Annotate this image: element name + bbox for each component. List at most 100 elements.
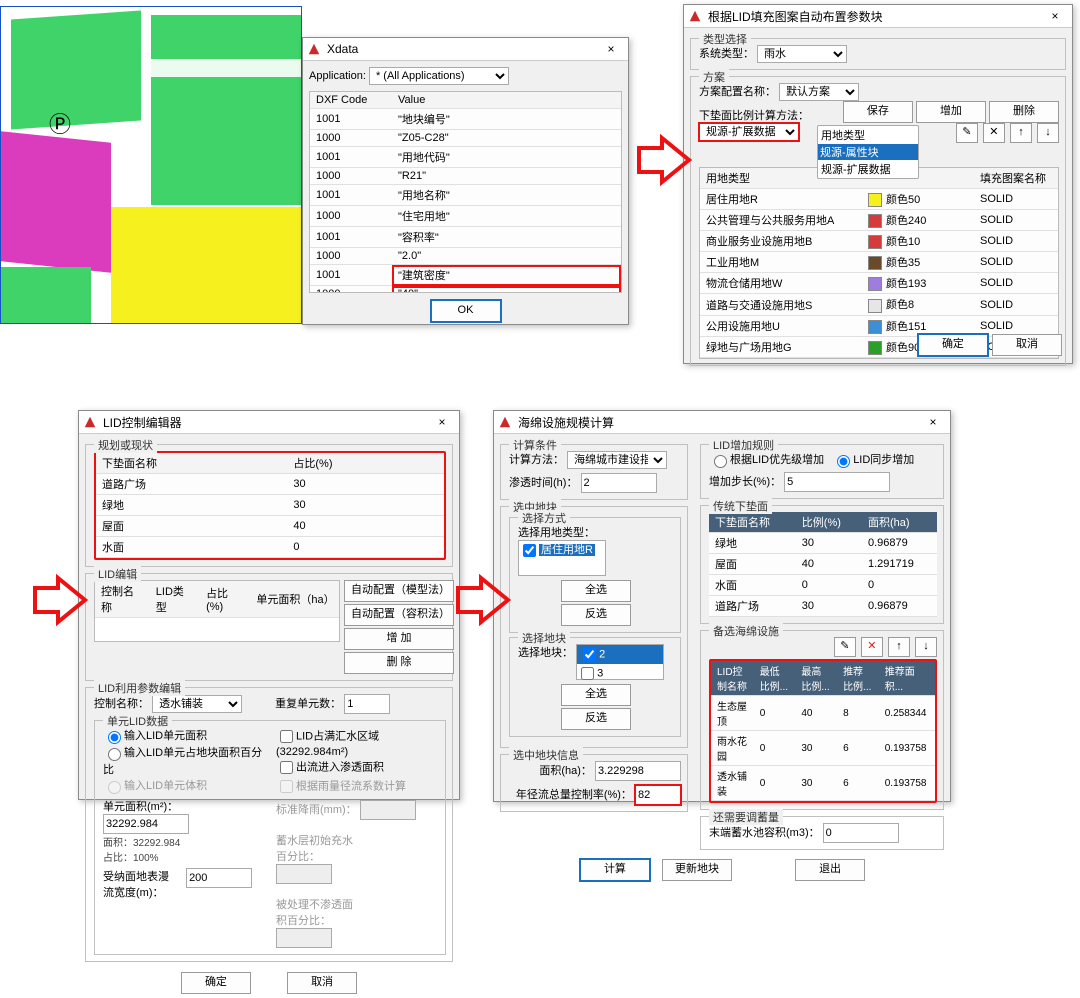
table-row[interactable]: 1001"建筑密度" bbox=[310, 265, 621, 286]
table-row[interactable]: 1000"40" bbox=[310, 286, 621, 294]
table-row[interactable]: 1000"R21" bbox=[310, 168, 621, 185]
delete-lid-button[interactable]: 删 除 bbox=[344, 652, 454, 674]
rule-sync-radio[interactable] bbox=[837, 455, 850, 468]
input-area-radio[interactable] bbox=[108, 731, 121, 744]
ok-button[interactable]: 确定 bbox=[181, 972, 251, 994]
table-row[interactable]: 屋面40 bbox=[96, 516, 444, 537]
update-block-button[interactable]: 更新地块 bbox=[662, 859, 732, 881]
full-catchment-check[interactable] bbox=[280, 730, 293, 743]
table-row[interactable]: 屋面401.291719 bbox=[709, 554, 937, 575]
design-rain-label: 标准降雨(mm)： bbox=[276, 804, 357, 816]
table-row[interactable]: 1001"地块编号" bbox=[310, 109, 621, 130]
rain-coeff-check bbox=[280, 780, 293, 793]
sponge-calc-dialog: 海绵设施规模计算 × 计算条件 计算方法： 海绵城市建设指南 渗透时间(h)： … bbox=[493, 410, 951, 802]
block-check[interactable] bbox=[583, 648, 596, 661]
calc-button[interactable]: 计算 bbox=[579, 858, 651, 882]
application-select[interactable]: * (All Applications) bbox=[369, 67, 509, 85]
table-row[interactable]: 1001"用地代码" bbox=[310, 147, 621, 168]
table-row[interactable]: 道路广场30 bbox=[96, 474, 444, 495]
flow-width-input[interactable] bbox=[186, 868, 252, 888]
xdata-dialog: Xdata × Application: * (All Applications… bbox=[302, 37, 629, 325]
table-row[interactable]: 1000"Z05-C28" bbox=[310, 130, 621, 147]
table-row[interactable]: 水面0 bbox=[96, 537, 444, 558]
extra-vol-input[interactable] bbox=[823, 823, 899, 843]
close-icon[interactable]: × bbox=[429, 415, 455, 429]
app-icon bbox=[688, 9, 702, 23]
table-row[interactable]: 1001"用地名称" bbox=[310, 185, 621, 206]
table-row[interactable]: 绿地30 bbox=[96, 495, 444, 516]
auto-config-model-button[interactable]: 自动配置（模型法） bbox=[344, 580, 454, 602]
table-row[interactable]: 公共管理与公共服务用地A颜色240SOLID bbox=[700, 210, 1058, 231]
select-all-button[interactable]: 全选 bbox=[561, 684, 631, 706]
input-pct-radio[interactable] bbox=[108, 748, 121, 761]
method-option[interactable]: 用地类型 bbox=[818, 126, 918, 144]
edit-icon[interactable]: ✎ bbox=[834, 637, 856, 657]
runoff-input[interactable] bbox=[635, 785, 681, 805]
table-row[interactable]: 1000"2.0" bbox=[310, 248, 621, 265]
system-type-select[interactable]: 雨水 bbox=[757, 45, 847, 63]
block-area-input[interactable] bbox=[595, 761, 681, 781]
cancel-button[interactable]: 取消 bbox=[287, 972, 357, 994]
calc-method-label: 计算方法： bbox=[509, 454, 564, 466]
cond-group-legend: 计算条件 bbox=[509, 437, 561, 453]
method-select[interactable]: 规源-扩展数据 bbox=[699, 123, 799, 141]
app-icon bbox=[498, 415, 512, 429]
block-check[interactable] bbox=[581, 667, 594, 680]
table-row[interactable]: 绿地300.96879 bbox=[709, 533, 937, 554]
table-row[interactable]: 道路与交通设施用地S颜色8SOLID bbox=[700, 294, 1058, 315]
outflow-infil-check[interactable] bbox=[280, 761, 293, 774]
area-note-2: 占比：100% bbox=[103, 849, 266, 864]
sel-block-label: 选择地块： bbox=[518, 647, 573, 659]
landtype-check[interactable] bbox=[523, 544, 536, 557]
infil-time-input[interactable] bbox=[581, 473, 657, 493]
plan-name-select[interactable]: 默认方案 bbox=[779, 83, 859, 101]
table-row[interactable]: 水面00 bbox=[709, 575, 937, 596]
invert-selection-button[interactable]: 反选 bbox=[561, 604, 631, 626]
table-row[interactable]: 1001"容积率" bbox=[310, 227, 621, 248]
table-row[interactable]: 透水铺装03060.193758 bbox=[711, 766, 935, 801]
table-row[interactable]: 居住用地R颜色50SOLID bbox=[700, 189, 1058, 210]
calc-method-select[interactable]: 海绵城市建设指南 bbox=[567, 451, 667, 469]
table-row[interactable]: 工业用地M颜色35SOLID bbox=[700, 252, 1058, 273]
close-icon[interactable]: × bbox=[920, 415, 946, 429]
step-label: 增加步长(%)： bbox=[709, 476, 781, 488]
exit-button[interactable]: 退出 bbox=[795, 859, 865, 881]
method-option[interactable]: 规源-扩展数据 bbox=[818, 160, 918, 178]
plan-group-legend: 方案 bbox=[699, 69, 729, 85]
table-row[interactable]: 商业服务业设施用地B颜色10SOLID bbox=[700, 231, 1058, 252]
extra-vol-label: 末端蓄水池容积(m3)： bbox=[709, 827, 820, 839]
table-row[interactable]: 道路广场300.96879 bbox=[709, 596, 937, 617]
delete-row-icon[interactable]: ✕ bbox=[983, 123, 1005, 143]
control-name-select[interactable]: 透水铺装 bbox=[152, 695, 242, 713]
close-icon[interactable]: × bbox=[1042, 9, 1068, 23]
move-up-icon[interactable]: ↑ bbox=[888, 637, 910, 657]
ok-button[interactable]: 确定 bbox=[917, 333, 989, 357]
init-sat-label: 蓄水层初始充水 百分比： bbox=[276, 832, 366, 864]
move-down-icon[interactable]: ↓ bbox=[1037, 123, 1059, 143]
close-icon[interactable]: × bbox=[598, 42, 624, 56]
move-up-icon[interactable]: ↑ bbox=[1010, 123, 1032, 143]
delete-row-icon[interactable]: ✕ bbox=[861, 637, 883, 657]
auto-config-volume-button[interactable]: 自动配置（容积法） bbox=[344, 604, 454, 626]
step-input[interactable] bbox=[784, 472, 890, 492]
repeat-input[interactable] bbox=[344, 694, 390, 714]
edit-icon[interactable]: ✎ bbox=[956, 123, 978, 143]
system-type-label: 系统类型： bbox=[699, 48, 754, 60]
invert-selection-button[interactable]: 反选 bbox=[561, 708, 631, 730]
table-row[interactable]: 雨水花园03060.193758 bbox=[711, 731, 935, 766]
rule-priority-radio[interactable] bbox=[714, 455, 727, 468]
cancel-button[interactable]: 取消 bbox=[992, 334, 1062, 356]
plan-name-label: 方案配置名称： bbox=[699, 86, 776, 98]
ok-button[interactable]: OK bbox=[430, 299, 502, 323]
method-option[interactable]: 规源-属性块 bbox=[818, 144, 918, 160]
table-row[interactable]: 物流仓储用地W颜色193SOLID bbox=[700, 273, 1058, 294]
table-row[interactable]: 1000"住宅用地" bbox=[310, 206, 621, 227]
surface-ratio-table[interactable]: 下垫面名称 占比(%) 道路广场30绿地30屋面40水面0 bbox=[96, 453, 444, 558]
select-all-button[interactable]: 全选 bbox=[561, 580, 631, 602]
move-down-icon[interactable]: ↓ bbox=[915, 637, 937, 657]
table-row[interactable]: 生态屋顶04080.258344 bbox=[711, 696, 935, 731]
unit-area-input[interactable] bbox=[103, 814, 189, 834]
param-group-legend: LID利用参数编辑 bbox=[94, 680, 185, 696]
cad-map-view: Ⓟ bbox=[0, 6, 302, 324]
add-lid-button[interactable]: 增 加 bbox=[344, 628, 454, 650]
